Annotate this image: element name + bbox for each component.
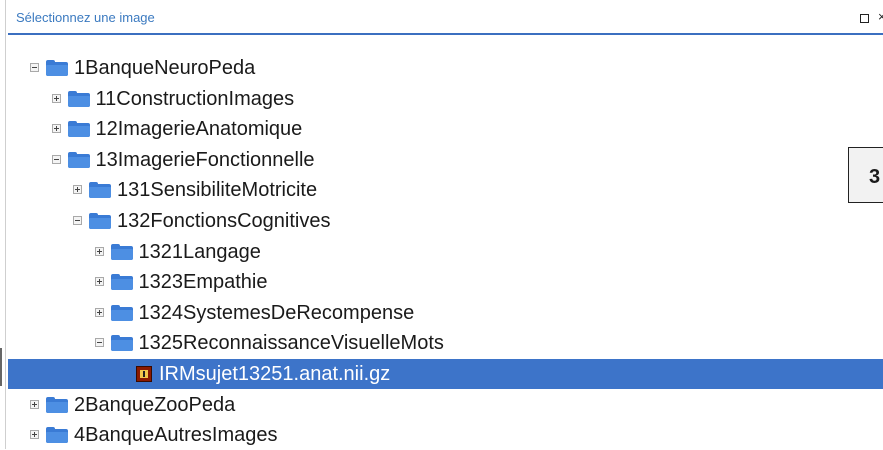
folder-icon [110,304,133,321]
folder-icon [67,121,90,138]
tree-folder-item[interactable]: 1BanqueNeuroPeda [8,53,883,83]
expand-plus-icon[interactable] [30,430,39,440]
left-border-line [5,0,6,449]
tree-folder-item[interactable]: 1323Empathie [8,267,883,297]
tree-folder-item[interactable]: 13ImagerieFonctionnelle [8,145,883,175]
tree-folder-item[interactable]: 12ImagerieAnatomique [8,114,883,144]
expand-plus-icon[interactable] [51,124,61,134]
expand-plus-icon[interactable] [30,399,39,409]
tree-folder-item[interactable]: 2BanqueZooPeda [8,390,883,420]
folder-icon [110,243,133,260]
tree-folder-item[interactable]: 132FonctionsCognitives [8,206,883,236]
collapse-minus-icon[interactable] [51,154,61,164]
close-icon[interactable]: × [878,10,883,23]
folder-icon [89,182,111,199]
collapse-minus-icon[interactable] [30,63,39,72]
folder-icon [46,427,68,444]
tree-item-label: 11ConstructionImages [95,87,295,110]
folder-icon [67,151,90,168]
image-tree: 1BanqueNeuroPeda 11ConstructionImages 12Im… [8,40,883,449]
tree-item-label: 131SensibiliteMotricite [117,179,318,202]
expand-plus-icon[interactable] [94,246,104,256]
folder-icon [89,213,111,229]
tree-folder-item[interactable]: 131SensibiliteMotricite [8,175,883,205]
tree-folder-item[interactable]: 1325ReconnaissanceVisuelleMots [8,328,883,358]
tree-item-label: 12ImagerieAnatomique [95,118,303,141]
tree-item-label: 4BanqueAutresImages [74,424,278,447]
tree-item-label: 1323Empathie [138,271,268,294]
folder-icon [110,274,133,291]
expand-plus-icon[interactable] [51,93,61,103]
dialog-title: Sélectionnez une image [16,10,155,25]
tree-folder-item[interactable]: 1321Langage [8,237,883,267]
expand-plus-icon[interactable] [94,307,104,317]
folder-icon [46,60,68,76]
maximize-icon[interactable] [860,14,869,23]
titlebar-divider [8,33,883,35]
side-badge-text: 3 [869,166,881,188]
tree-item-label: 1BanqueNeuroPeda [74,57,256,79]
left-edge-marker [0,348,2,386]
nifti-image-file-icon [136,366,152,382]
tree-folder-item[interactable]: 1324SystemesDeRecompense [8,298,883,328]
tree-item-label: 13ImagerieFonctionnelle [95,148,315,171]
tree-item-label: 1321Langage [138,240,261,263]
side-badge: 3 [848,147,883,203]
expand-plus-icon[interactable] [73,185,82,195]
collapse-minus-icon[interactable] [73,216,82,225]
dialog-titlebar: Sélectionnez une image × [8,0,883,35]
tree-item-label: IRMsujet13251.anat.nii.gz [159,363,391,385]
tree-item-label: 1324SystemesDeRecompense [138,301,415,324]
expand-plus-icon[interactable] [94,277,104,287]
tree-item-label: 2BanqueZooPeda [74,393,236,416]
tree-file-item[interactable]: IRMsujet13251.anat.nii.gz [8,359,883,389]
tree-item-label: 132FonctionsCognitives [117,210,331,232]
folder-icon [67,90,90,107]
collapse-minus-icon[interactable] [94,338,104,348]
folder-icon [110,335,133,352]
folder-icon [46,396,68,413]
tree-folder-item[interactable]: 11ConstructionImages [8,84,883,114]
tree-item-label: 1325ReconnaissanceVisuelleMots [138,332,444,355]
tree-folder-item[interactable]: 4BanqueAutresImages [8,420,883,450]
